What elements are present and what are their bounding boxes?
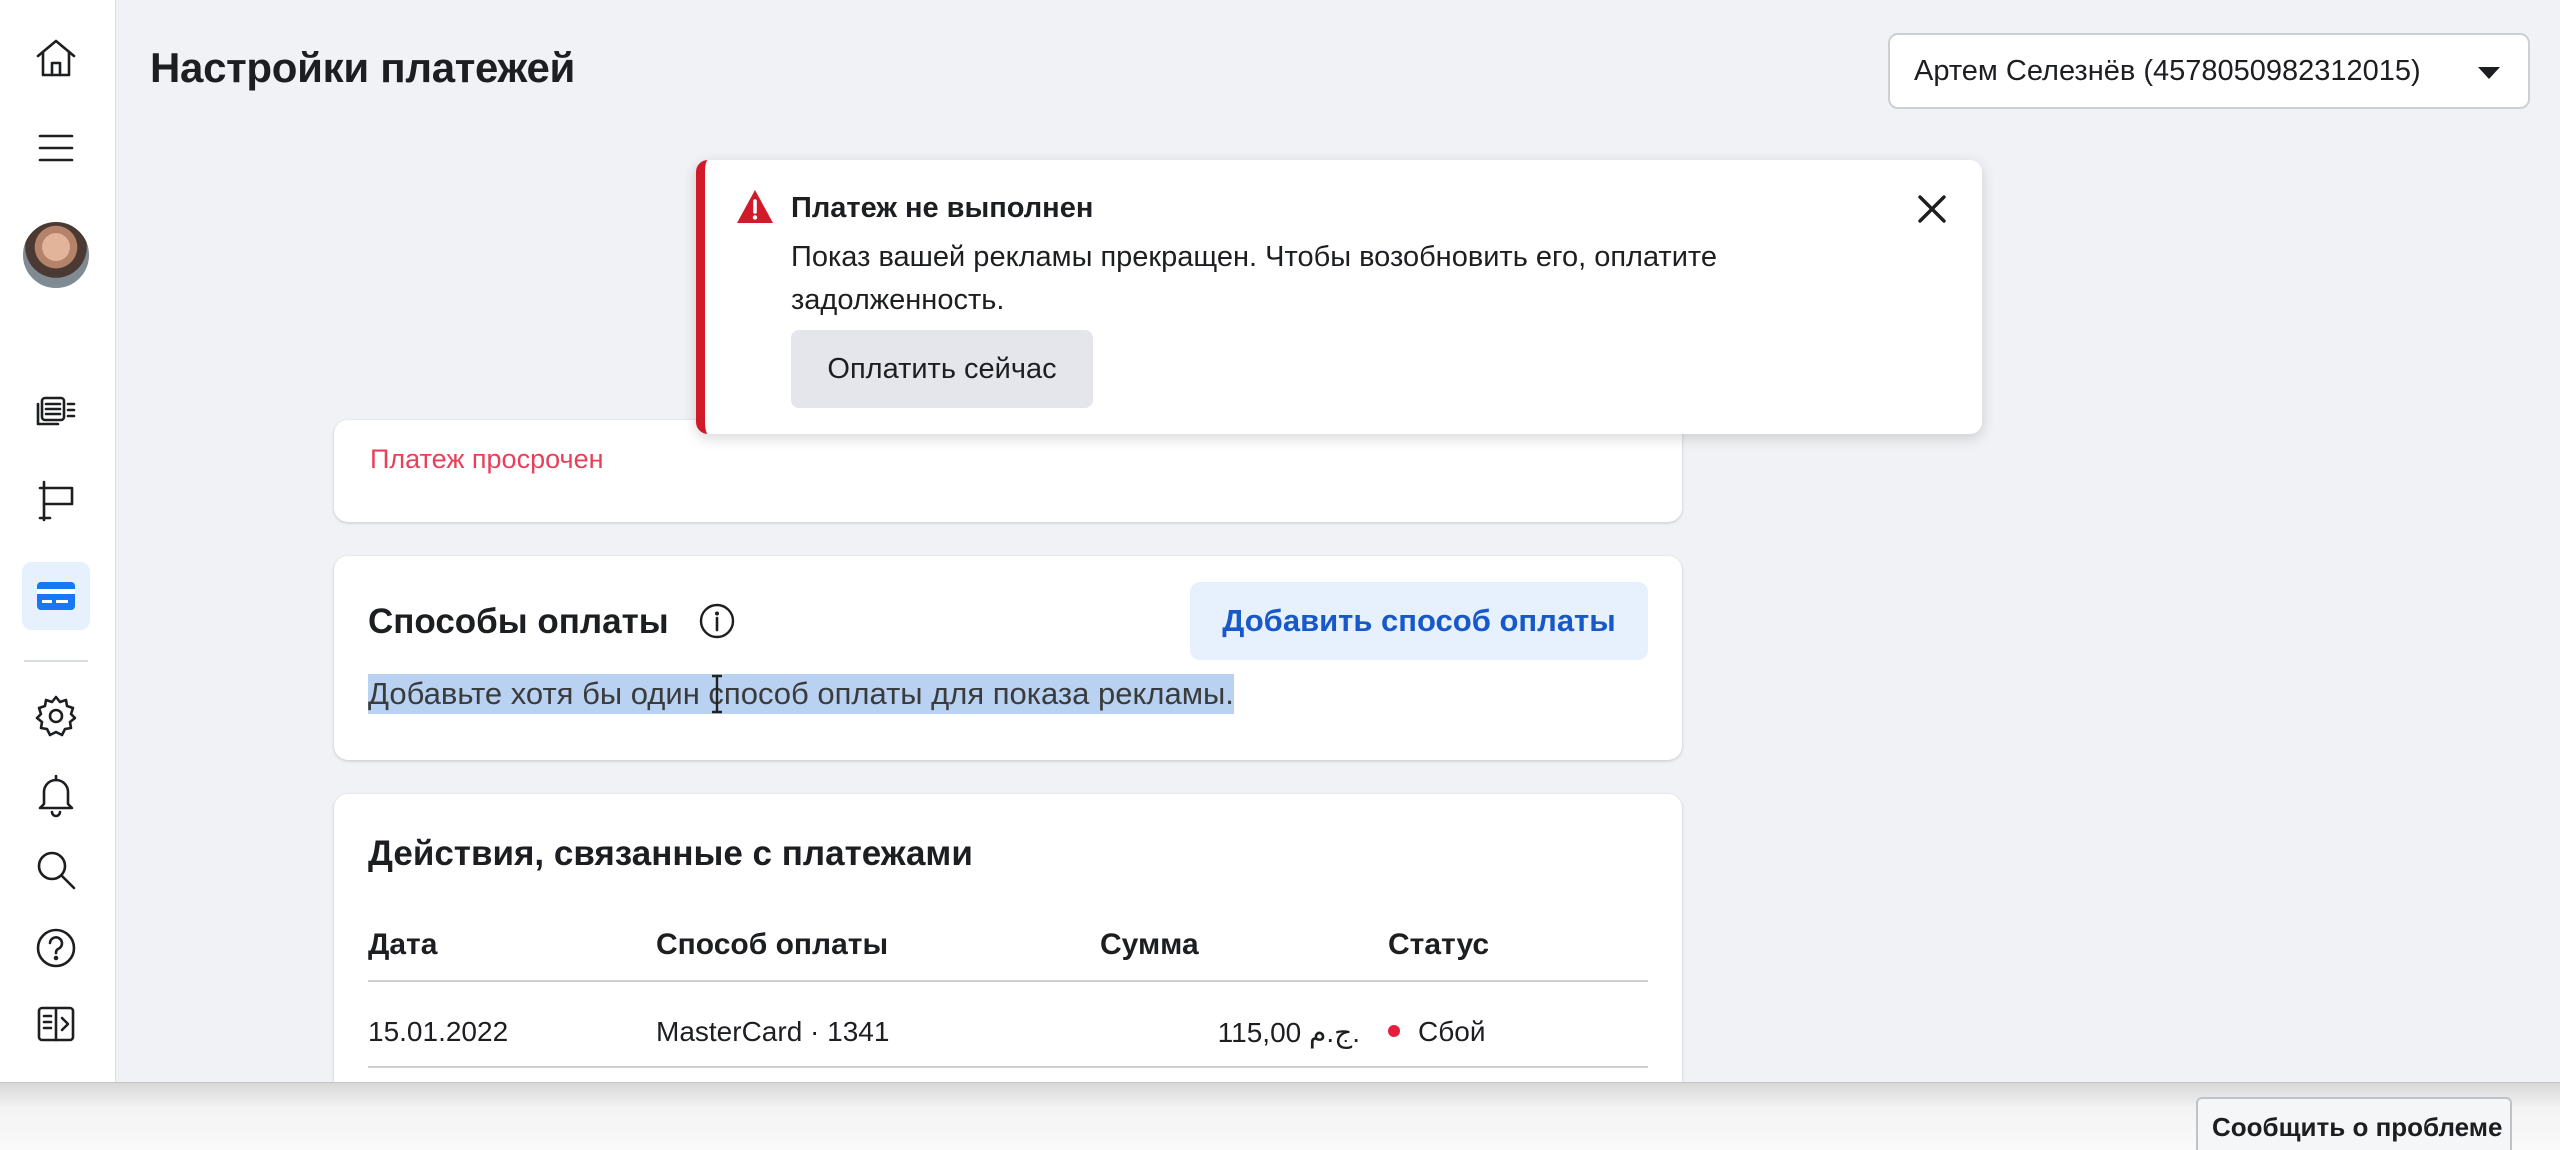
add-payment-method-button[interactable]: Добавить способ оплаты <box>1190 582 1648 660</box>
payment-methods-card: Способы оплаты Добавить способ оплаты До… <box>334 556 1682 760</box>
info-icon[interactable] <box>698 602 736 640</box>
close-alert-button[interactable] <box>1910 188 1954 232</box>
column-header-method[interactable]: Способ оплаты <box>656 928 888 962</box>
cell-date: 15.01.2022 <box>368 1016 509 1047</box>
account-selector[interactable]: Артем Селезнёв (4578050982312015) <box>1888 33 2530 109</box>
bell-icon[interactable] <box>22 760 90 828</box>
warning-icon <box>737 190 773 223</box>
billing-summary-card: Платеж просрочен <box>334 420 1682 522</box>
column-header-date[interactable]: Дата <box>368 928 437 962</box>
avatar[interactable] <box>21 220 91 290</box>
cell-status: Сбой <box>1388 1016 1485 1048</box>
close-icon <box>1918 194 1946 223</box>
help-icon[interactable] <box>22 914 90 982</box>
home-icon[interactable] <box>22 24 90 92</box>
cell-method: MasterCard · 1341 <box>656 1016 890 1047</box>
payment-methods-title: Способы оплаты <box>368 602 669 641</box>
payment-failed-alert: Платеж не выполнен Показ вашей рекламы п… <box>696 160 1982 434</box>
chevron-down-icon <box>2478 67 2500 79</box>
column-header-amount[interactable]: Сумма <box>1100 928 1199 962</box>
payment-activity-title: Действия, связанные с платежами <box>368 834 973 873</box>
table-header: Дата Способ оплаты Сумма Статус <box>368 902 1648 982</box>
report-problem-button[interactable]: Сообщить о проблеме <box>2196 1097 2512 1150</box>
search-icon[interactable] <box>22 836 90 904</box>
collapse-panel-icon[interactable] <box>22 990 90 1058</box>
bottom-bar <box>0 1082 2560 1150</box>
nav-divider <box>24 660 88 662</box>
column-header-status[interactable]: Статус <box>1388 928 1489 962</box>
payment-methods-hint: Добавьте хотя бы один способ оплаты для … <box>368 674 1234 714</box>
overdue-status-text: Платеж просрочен <box>370 444 604 474</box>
campaigns-icon[interactable] <box>22 374 90 442</box>
payment-activity-card: Действия, связанные с платежами Дата Спо… <box>334 794 1682 1124</box>
table-row[interactable]: 15.01.2022 MasterCard · 1341 115,00 ج.م.… <box>368 984 1648 1068</box>
alert-title: Платеж не выполнен <box>791 192 1094 224</box>
cell-amount: 115,00 ج.م. <box>1217 1017 1360 1048</box>
page-title: Настройки платежей <box>150 44 576 91</box>
gear-icon[interactable] <box>22 682 90 750</box>
text-cursor-icon <box>712 674 722 714</box>
status-label: Сбой <box>1418 1016 1486 1047</box>
left-nav-rail <box>0 0 116 1082</box>
status-dot-icon <box>1388 1024 1400 1037</box>
flag-icon[interactable] <box>22 466 90 534</box>
menu-icon[interactable] <box>22 114 90 182</box>
pay-now-button[interactable]: Оплатить сейчас <box>791 330 1093 408</box>
billing-card-icon[interactable] <box>22 562 90 630</box>
account-selector-label: Артем Селезнёв (4578050982312015) <box>1914 54 2421 87</box>
alert-message: Показ вашей рекламы прекращен. Чтобы воз… <box>791 241 1718 316</box>
